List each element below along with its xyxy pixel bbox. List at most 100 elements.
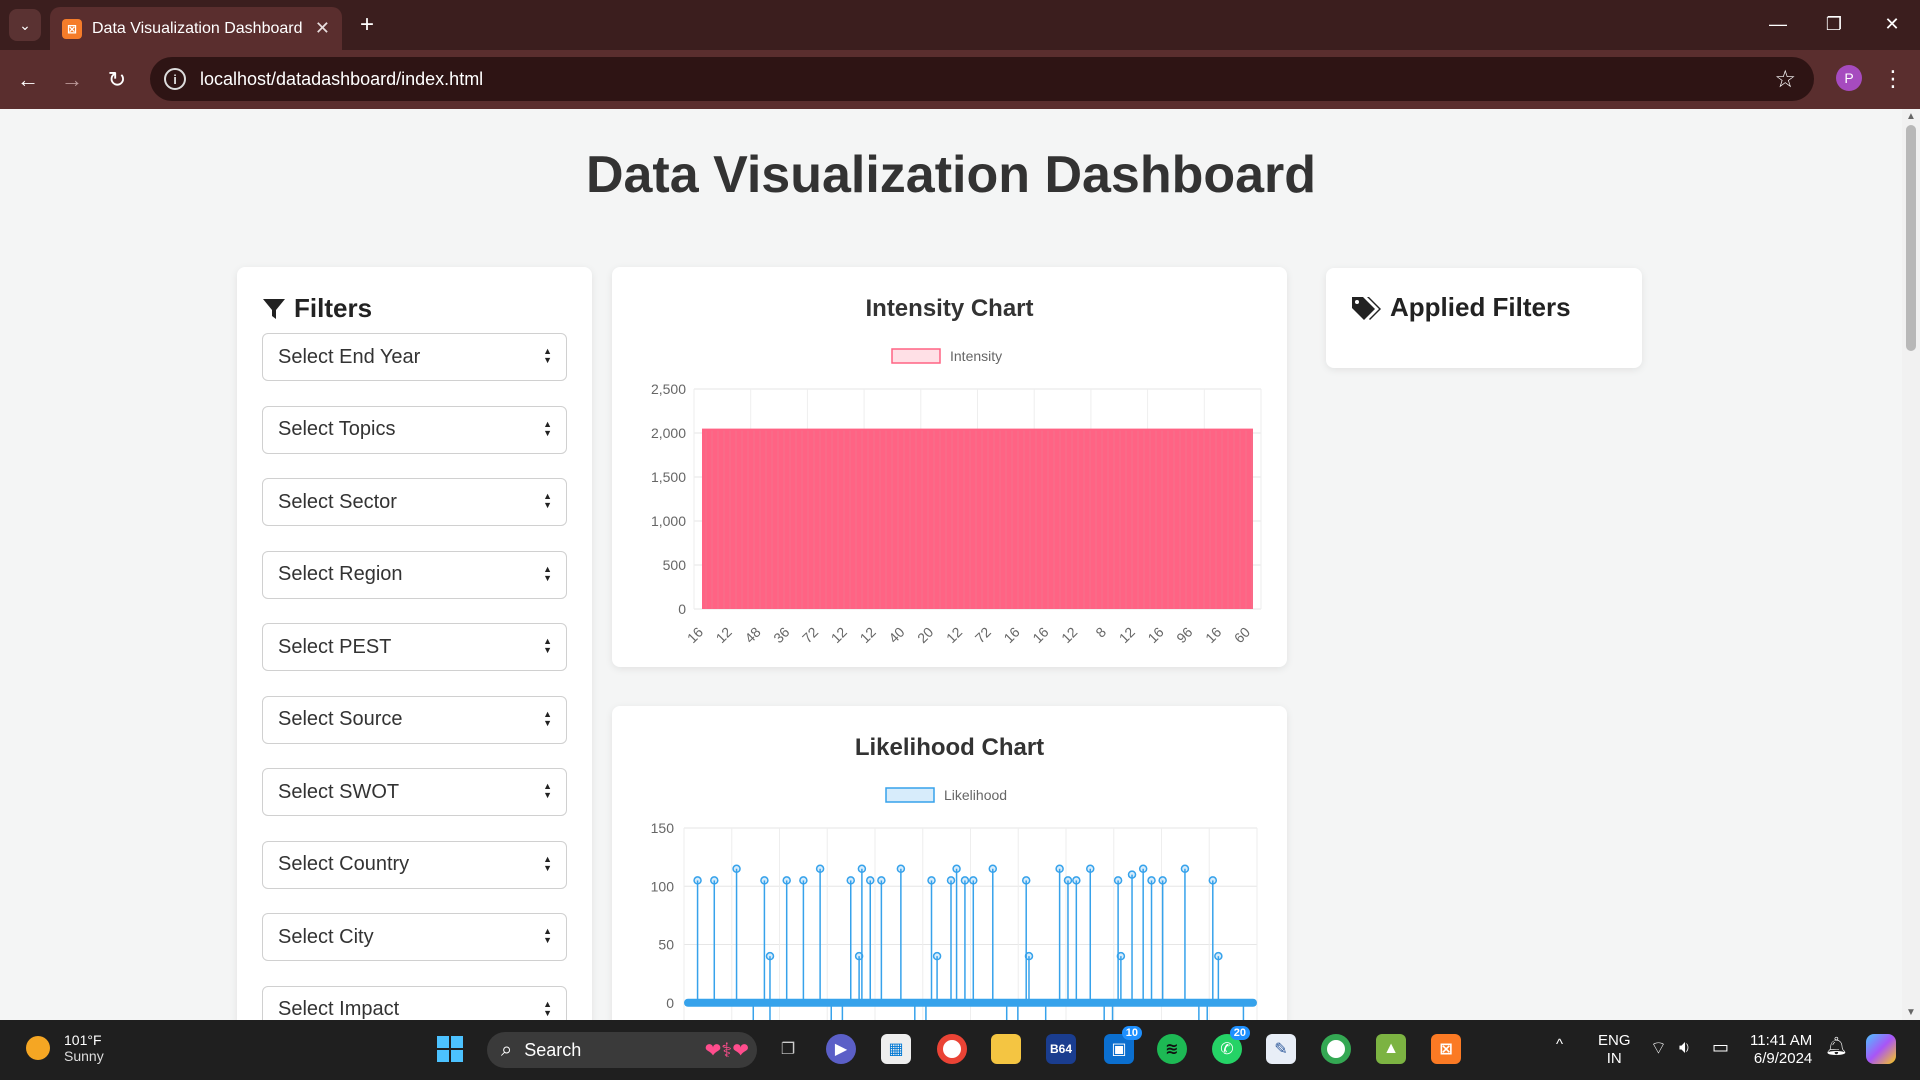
browser-toolbar: ← → ↻ i localhost/datadashboard/index.ht… bbox=[0, 50, 1920, 109]
bookmark-star-icon[interactable]: ☆ bbox=[1774, 65, 1796, 94]
filter-select[interactable]: Select Sector ▲ ▼ bbox=[262, 478, 567, 526]
search-icon: ⌕ bbox=[501, 1038, 513, 1061]
teams-icon[interactable]: ▶ bbox=[826, 1034, 856, 1064]
likelihood-point bbox=[782, 876, 791, 885]
browser-menu-icon[interactable]: ⋮ bbox=[1880, 64, 1906, 94]
tab-search-button[interactable]: ⌄ bbox=[9, 9, 41, 41]
language-indicator[interactable]: ENG IN bbox=[1598, 1032, 1631, 1068]
search-highlight-icon: ❤⚕❤ bbox=[704, 1039, 749, 1062]
xampp-icon[interactable]: ⊠ bbox=[1431, 1034, 1461, 1064]
likelihood-point bbox=[1208, 876, 1218, 885]
y-tick-label: 1,000 bbox=[651, 513, 686, 529]
scroll-up-icon[interactable]: ▲ bbox=[1906, 111, 1916, 122]
page-title: Data Visualization Dashboard bbox=[585, 146, 1317, 204]
profile-avatar[interactable]: P bbox=[1836, 65, 1862, 91]
notification-badge: 10 bbox=[1121, 1026, 1142, 1040]
outlook-icon[interactable]: ▣ 10 bbox=[1104, 1026, 1142, 1064]
y-tick-label: 150 bbox=[651, 820, 675, 836]
notification-bell-icon[interactable]: 🔔︎ bbox=[1825, 1036, 1848, 1057]
task-view-icon[interactable]: ❐ bbox=[773, 1034, 803, 1064]
windows-start-icon[interactable] bbox=[435, 1034, 465, 1064]
filter-select[interactable]: Select City ▲ ▼ bbox=[262, 913, 567, 961]
chrome-icon[interactable] bbox=[937, 1034, 967, 1064]
y-tick-label: 2,000 bbox=[651, 425, 686, 441]
tags-icon bbox=[1352, 296, 1381, 320]
likelihood-point bbox=[1180, 864, 1190, 874]
file-explorer-icon[interactable] bbox=[991, 1034, 1021, 1064]
likelihood-point bbox=[710, 876, 719, 885]
tab-title: Data Visualization Dashboard bbox=[92, 19, 303, 37]
filter-select[interactable]: Select Region ▲ ▼ bbox=[262, 550, 567, 599]
filter-select-label: Select PEST bbox=[278, 635, 392, 658]
clock-time: 11:41 AM bbox=[1750, 1032, 1813, 1049]
copilot-icon[interactable] bbox=[1866, 1034, 1896, 1064]
clock[interactable]: 11:41 AM 6/9/2024 bbox=[1750, 1032, 1812, 1068]
forward-button[interactable]: → bbox=[56, 64, 88, 96]
x-tick-label: 12 bbox=[943, 624, 965, 646]
taskbar-search[interactable]: ⌕ Search ❤⚕❤ bbox=[487, 1032, 757, 1068]
filter-select[interactable]: Select Country ▲ ▼ bbox=[262, 840, 567, 889]
filter-select[interactable]: Select Impact ▲ ▼ bbox=[262, 985, 567, 1020]
wifi-icon[interactable]: ⌔ bbox=[1650, 1037, 1667, 1060]
filters-heading-text: Filters bbox=[294, 293, 373, 323]
likelihood-point bbox=[1055, 864, 1064, 874]
weather-temp: 101°F bbox=[64, 1032, 102, 1048]
show-hidden-icons[interactable]: ^ bbox=[1556, 1036, 1563, 1053]
y-tick-label: 0 bbox=[678, 601, 686, 617]
reload-button[interactable]: ↻ bbox=[101, 64, 133, 96]
base64-app-icon[interactable]: B64 bbox=[1046, 1034, 1076, 1064]
restore-button[interactable]: ❐ bbox=[1814, 8, 1854, 40]
x-tick-label: 16 bbox=[1029, 624, 1051, 646]
filter-select[interactable]: Select Topics ▲ ▼ bbox=[262, 405, 567, 454]
page-scrollbar[interactable]: ▲ ▼ bbox=[1902, 109, 1920, 1020]
sort-caret-icon: ▲ ▼ bbox=[543, 998, 552, 1018]
close-window-button[interactable]: ✕ bbox=[1872, 8, 1912, 40]
scroll-thumb[interactable] bbox=[1906, 125, 1916, 351]
filter-select-label: Select SWOT bbox=[278, 780, 400, 803]
sort-caret-icon: ▲ ▼ bbox=[543, 346, 552, 365]
scroll-down-icon[interactable]: ▼ bbox=[1906, 1007, 1916, 1018]
store-icon[interactable]: ▦ bbox=[881, 1034, 911, 1064]
weather-widget[interactable]: 101°F Sunny bbox=[26, 1032, 104, 1064]
likelihood-point bbox=[799, 876, 808, 885]
battery-icon[interactable]: ▭ bbox=[1712, 1037, 1729, 1058]
filter-select[interactable]: Select SWOT ▲ ▼ bbox=[262, 768, 567, 816]
likelihood-point bbox=[865, 876, 875, 885]
filter-select[interactable]: Select Source ▲ ▼ bbox=[262, 695, 567, 744]
url-text: localhost/datadashboard/index.html bbox=[200, 68, 484, 89]
language-top: ENG bbox=[1598, 1032, 1631, 1049]
sort-caret-icon: ▲ ▼ bbox=[543, 491, 552, 510]
likelihood-point bbox=[960, 876, 970, 885]
x-tick-label: 12 bbox=[713, 624, 735, 646]
back-button[interactable]: ← bbox=[12, 64, 44, 96]
x-tick-label: 48 bbox=[741, 624, 763, 646]
likelihood-point bbox=[1138, 864, 1148, 874]
image-viewer-icon[interactable]: ▲ bbox=[1376, 1034, 1406, 1064]
active-tab[interactable]: ⊠ Data Visualization Dashboard ✕ bbox=[50, 7, 342, 50]
volume-icon[interactable]: 🔉︎ bbox=[1679, 1037, 1690, 1058]
spotify-icon[interactable]: ≋ bbox=[1157, 1034, 1187, 1064]
filter-select[interactable]: Select End Year ▲ ▼ bbox=[262, 333, 567, 381]
site-info-icon[interactable]: i bbox=[164, 68, 186, 90]
new-tab-button[interactable]: + bbox=[352, 10, 382, 40]
close-tab-icon[interactable]: ✕ bbox=[315, 18, 330, 39]
filters-heading: Filters bbox=[262, 293, 567, 324]
address-bar[interactable]: i localhost/datadashboard/index.html ☆ bbox=[150, 57, 1814, 101]
x-tick-label: 12 bbox=[828, 624, 850, 646]
x-tick-label: 16 bbox=[1202, 624, 1224, 646]
applied-filters-panel: Applied Filters bbox=[1326, 268, 1642, 368]
likelihood-point bbox=[877, 876, 886, 885]
filter-select[interactable]: Select PEST ▲ ▼ bbox=[262, 623, 567, 671]
notepad-icon[interactable]: ✎ bbox=[1266, 1034, 1296, 1064]
minimize-button[interactable]: — bbox=[1758, 8, 1798, 40]
likelihood-point bbox=[1072, 876, 1081, 885]
whatsapp-icon[interactable]: ✆ 20 bbox=[1212, 1026, 1250, 1064]
x-tick-label: 16 bbox=[1144, 624, 1166, 646]
likelihood-chart: Likelihood150100500-50 bbox=[651, 787, 1258, 1020]
sort-caret-icon: ▲ ▼ bbox=[543, 636, 552, 655]
y-tick-label: 500 bbox=[663, 557, 687, 573]
x-tick-label: 72 bbox=[799, 624, 821, 646]
likelihood-point bbox=[969, 876, 978, 885]
chrome-profile-icon[interactable] bbox=[1321, 1034, 1351, 1064]
likelihood-point bbox=[1113, 876, 1123, 885]
